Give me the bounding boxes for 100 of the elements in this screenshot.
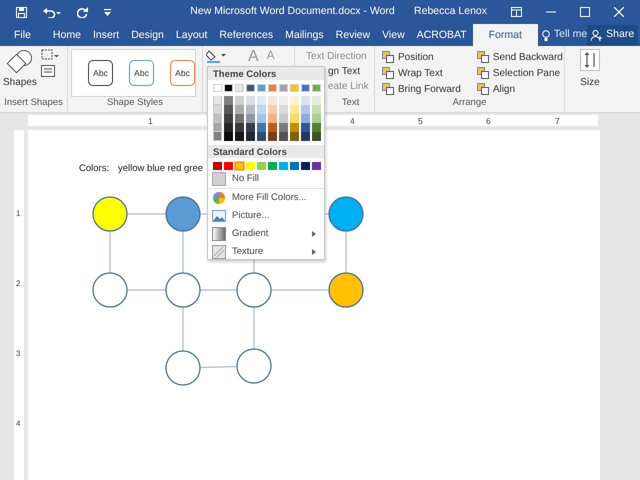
color-swatch[interactable] (312, 105, 321, 114)
color-swatch[interactable] (224, 123, 233, 132)
redo-icon[interactable] (77, 6, 88, 18)
color-swatch[interactable] (279, 105, 288, 114)
close-icon[interactable] (614, 7, 624, 17)
maximize-icon[interactable] (580, 7, 590, 17)
color-swatch[interactable] (312, 132, 321, 141)
color-swatch[interactable] (290, 123, 299, 132)
tell-me-field[interactable]: Tell me (542, 27, 588, 43)
undo-icon[interactable] (43, 6, 61, 18)
arrange-button[interactable]: Position (382, 49, 461, 65)
connector-line (271, 289, 329, 291)
color-swatch[interactable] (224, 114, 233, 123)
ribbon-tab[interactable]: Home (46, 24, 87, 46)
color-swatch[interactable] (279, 96, 288, 105)
color-swatch[interactable] (268, 105, 277, 114)
arrange-button[interactable]: Wrap Text (382, 65, 461, 81)
color-swatch[interactable] (290, 114, 299, 123)
group-label: Text (342, 96, 360, 110)
color-swatch[interactable] (290, 96, 299, 105)
color-swatch[interactable] (257, 114, 266, 123)
color-swatch[interactable] (279, 162, 288, 170)
color-swatch[interactable] (279, 132, 288, 141)
text-box-icon[interactable] (40, 65, 55, 77)
menu-item[interactable]: Texture (208, 243, 324, 261)
color-swatch[interactable] (246, 123, 255, 132)
color-swatch[interactable] (257, 123, 266, 132)
share-button[interactable]: Share (587, 25, 638, 45)
menu-item[interactable]: Picture... (208, 207, 324, 225)
style-sample[interactable]: Abc (88, 60, 113, 86)
shape-fill-icon[interactable] (206, 49, 226, 63)
user-name[interactable]: Rebecca Lenox (414, 4, 487, 20)
color-swatch[interactable] (246, 132, 255, 141)
style-sample[interactable]: Abc (170, 60, 195, 86)
ribbon-tab[interactable]: ACROBAT (410, 24, 473, 46)
color-swatch[interactable] (290, 132, 299, 141)
color-swatch[interactable] (312, 123, 321, 132)
color-swatch[interactable] (268, 114, 277, 123)
color-swatch[interactable] (224, 132, 233, 141)
color-swatch[interactable] (246, 114, 255, 123)
size-button[interactable]: Size (565, 46, 615, 112)
arrange-button[interactable]: Align (476, 81, 563, 97)
color-swatch[interactable] (213, 162, 222, 170)
color-swatch[interactable] (257, 105, 266, 114)
ribbon-tab[interactable]: View (376, 24, 411, 46)
color-swatch[interactable] (290, 162, 299, 170)
menu-item[interactable]: More Fill Colors... (208, 189, 324, 207)
menu-item[interactable]: Gradient (208, 225, 324, 243)
menu-item[interactable]: No Fill (208, 170, 324, 188)
ribbon-tab[interactable]: Review (330, 24, 376, 46)
color-swatch[interactable] (257, 162, 266, 170)
color-swatch[interactable] (235, 162, 244, 170)
color-swatch[interactable] (301, 105, 310, 114)
color-swatch[interactable] (235, 123, 244, 132)
arrange-button[interactable]: Selection Pane (476, 65, 563, 81)
color-swatch[interactable] (279, 114, 288, 123)
color-swatch[interactable] (246, 105, 255, 114)
ribbon-tab[interactable]: Mailings (279, 24, 330, 46)
color-swatch[interactable] (301, 162, 310, 170)
ribbon-display-icon[interactable] (511, 7, 522, 17)
color-swatch[interactable] (257, 96, 266, 105)
ribbon-tab[interactable]: Insert (86, 24, 126, 46)
color-swatch[interactable] (301, 114, 310, 123)
color-swatch[interactable] (268, 96, 277, 105)
color-swatch[interactable] (312, 114, 321, 123)
color-swatch[interactable] (268, 123, 277, 132)
connector-line (200, 289, 237, 291)
text-option[interactable]: gn Text (328, 64, 360, 79)
color-swatch[interactable] (301, 123, 310, 132)
color-swatch[interactable] (235, 114, 244, 123)
ribbon-tab[interactable]: Design (125, 24, 170, 46)
arrange-button[interactable]: Bring Forward (382, 81, 461, 97)
color-swatch[interactable] (246, 96, 255, 105)
color-swatch[interactable] (235, 132, 244, 141)
color-swatch[interactable] (235, 105, 244, 114)
document-text: yellow blue red gree (118, 162, 204, 176)
ribbon-tab[interactable]: Format (472, 24, 538, 46)
arrange-button[interactable]: Send Backward (476, 49, 563, 65)
color-swatch[interactable] (268, 132, 277, 141)
edit-shape-icon[interactable] (40, 49, 59, 61)
color-swatch[interactable] (224, 162, 233, 170)
color-swatch[interactable] (257, 132, 266, 141)
color-swatch[interactable] (224, 105, 233, 114)
connector-line (182, 231, 184, 273)
color-swatch[interactable] (301, 132, 310, 141)
ribbon-tab[interactable]: Layout (170, 24, 214, 46)
style-sample[interactable]: Abc (129, 60, 154, 86)
color-swatch[interactable] (224, 96, 233, 105)
color-swatch[interactable] (312, 162, 321, 170)
shapes-button[interactable]: Shapes (3, 49, 37, 90)
customize-icon[interactable] (104, 8, 111, 16)
save-icon[interactable] (16, 6, 27, 18)
color-swatch[interactable] (279, 123, 288, 132)
ribbon-tab[interactable]: File (8, 24, 37, 46)
ribbon-tab[interactable]: References (213, 24, 280, 46)
color-swatch[interactable] (268, 162, 277, 170)
color-swatch[interactable] (301, 96, 310, 105)
color-swatch[interactable] (235, 96, 244, 105)
color-swatch[interactable] (290, 105, 299, 114)
color-swatch[interactable] (312, 96, 321, 105)
